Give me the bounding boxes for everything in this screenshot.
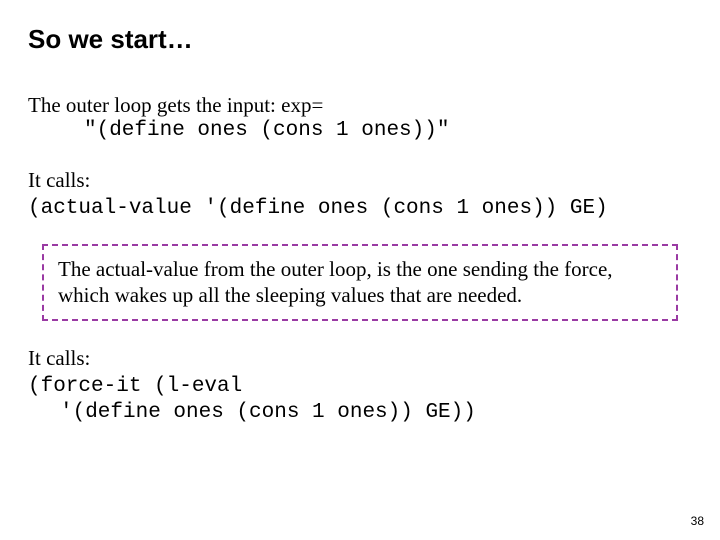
p1-line1: The outer loop gets the input: exp= (28, 93, 323, 117)
paragraph-2: It calls: (actual-value '(define ones (c… (28, 167, 692, 223)
slide: So we start… The outer loop gets the inp… (0, 0, 720, 540)
paragraph-1: The outer loop gets the input: exp= "(de… (28, 92, 692, 145)
page-number: 38 (691, 514, 704, 528)
p3-code-line1: (force-it (l-eval (28, 375, 242, 398)
p1-code: "(define ones (cons 1 ones))" (28, 118, 692, 144)
p2-code: (actual-value '(define ones (cons 1 ones… (28, 197, 608, 220)
slide-body: The outer loop gets the input: exp= "(de… (28, 92, 692, 448)
paragraph-3: It calls: (force-it (l-eval '(define one… (28, 345, 692, 427)
p3-line1: It calls: (28, 346, 90, 370)
slide-title: So we start… (28, 24, 193, 55)
callout-box: The actual-value from the outer loop, is… (42, 244, 678, 321)
callout-text: The actual-value from the outer loop, is… (58, 257, 613, 307)
p3-code-line2: '(define ones (cons 1 ones)) GE)) (28, 400, 692, 426)
p2-line1: It calls: (28, 168, 90, 192)
